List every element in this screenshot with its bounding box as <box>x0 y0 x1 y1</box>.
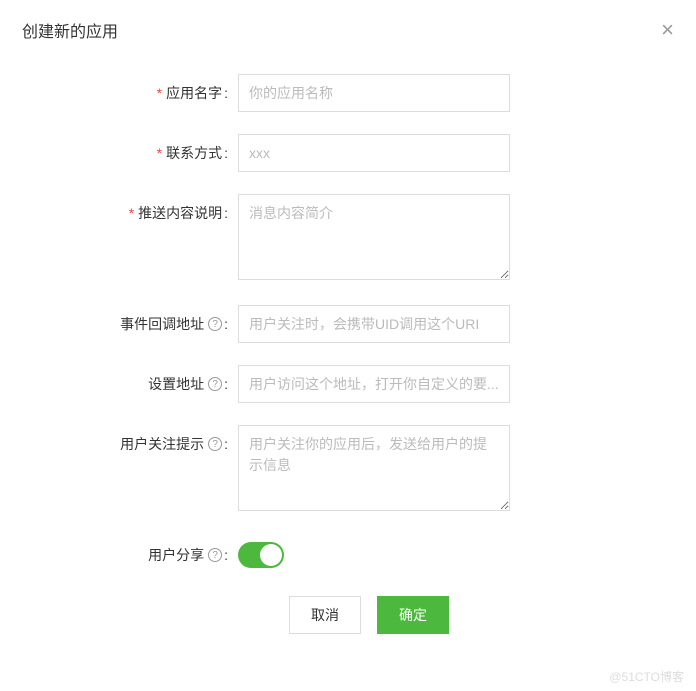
required-marker: * <box>157 85 162 101</box>
dialog-title: 创建新的应用 <box>22 18 118 42</box>
help-icon[interactable]: ? <box>208 548 222 562</box>
follow-tip-textarea[interactable] <box>238 425 510 511</box>
follow-tip-label: 用户关注提示 ? : <box>0 425 228 454</box>
confirm-button[interactable]: 确定 <box>377 596 449 634</box>
required-marker: * <box>157 145 162 161</box>
toggle-knob <box>260 544 282 566</box>
setting-addr-label: 设置地址 ? : <box>0 365 228 394</box>
contact-label: * 联系方式 : <box>0 134 228 163</box>
close-icon[interactable]: × <box>661 19 674 41</box>
callback-url-label: 事件回调地址 ? : <box>0 305 228 334</box>
user-share-label: 用户分享 ? : <box>0 536 228 565</box>
help-icon[interactable]: ? <box>208 317 222 331</box>
user-share-toggle[interactable] <box>238 542 284 568</box>
required-marker: * <box>129 205 134 221</box>
contact-input[interactable] <box>238 134 510 172</box>
cancel-button[interactable]: 取消 <box>289 596 361 634</box>
watermark: @51CTO博客 <box>609 668 684 685</box>
create-app-form: * 应用名字 : * 联系方式 : * 推送内容说明 : 事件回调地址 ? <box>0 54 696 634</box>
setting-addr-input[interactable] <box>238 365 510 403</box>
callback-url-input[interactable] <box>238 305 510 343</box>
app-name-label: * 应用名字 : <box>0 74 228 103</box>
push-desc-textarea[interactable] <box>238 194 510 280</box>
app-name-input[interactable] <box>238 74 510 112</box>
push-desc-label: * 推送内容说明 : <box>0 194 228 223</box>
help-icon[interactable]: ? <box>208 377 222 391</box>
help-icon[interactable]: ? <box>208 437 222 451</box>
